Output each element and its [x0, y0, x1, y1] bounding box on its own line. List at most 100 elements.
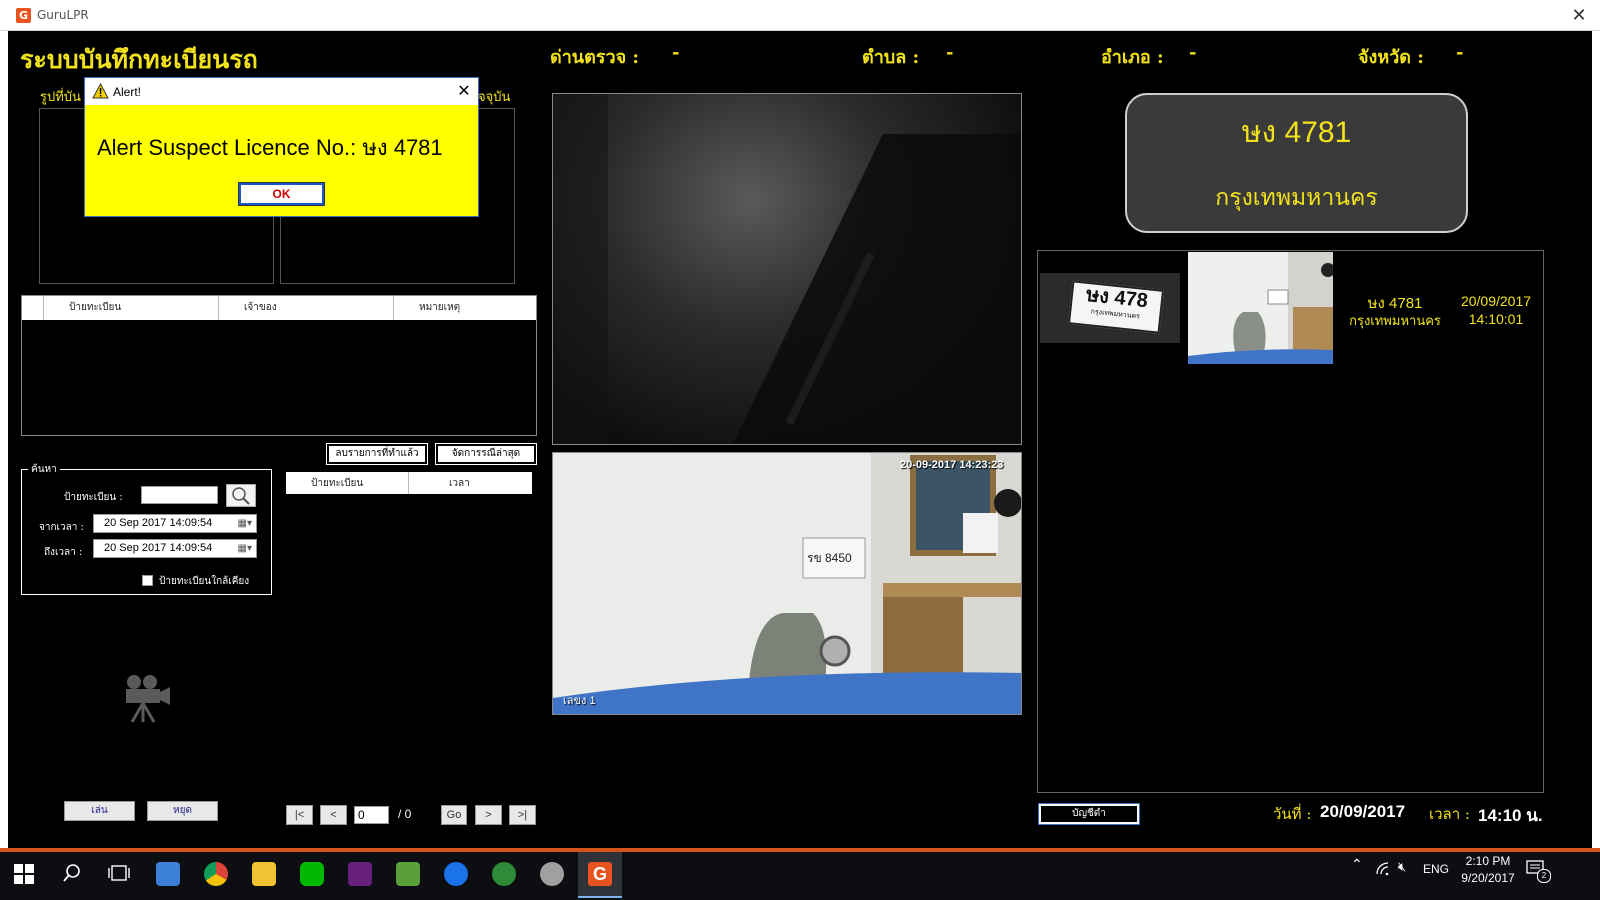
stop-button[interactable]: หยุด	[147, 801, 218, 821]
action-center-button[interactable]: 2	[1526, 860, 1551, 883]
alert-message: Alert Suspect Licence No.: ษง 4781	[97, 135, 443, 160]
windows-logo-icon	[14, 864, 34, 884]
search-from-datetime[interactable]: 20 Sep 2017 14:09:54 ▦▾	[93, 514, 257, 533]
taskbar-app-computer-icon[interactable]	[156, 862, 180, 886]
plate-display-province: กรุงเทพมหานคร	[1215, 185, 1378, 211]
search-results-header: ป้ายทะเบียน เวลา	[286, 472, 532, 494]
pager-next-button[interactable]: >	[475, 805, 502, 825]
result-date: 20/09/2017	[1460, 293, 1532, 309]
search-icon	[232, 487, 250, 505]
district-value: -	[1189, 42, 1197, 63]
windows-start-button[interactable]	[14, 864, 34, 888]
checkpoint-value: -	[672, 42, 680, 63]
pager-prev-button[interactable]: <	[320, 805, 347, 825]
cam2-timestamp: 20-09-2017 14:23:23	[900, 459, 1004, 471]
task-view-icon	[108, 865, 130, 881]
detection-results-panel[interactable]: ษง 478 กรุงเทพมหานคร ษง 4781 กรุงเทพมหาน…	[1037, 250, 1544, 793]
results-col-time[interactable]: เวลา	[409, 472, 532, 494]
footer-time-value: 14:10 น.	[1478, 806, 1543, 825]
line-app-icon[interactable]	[300, 862, 324, 886]
current-image-label: จจุบัน	[478, 90, 511, 105]
clock-date[interactable]: 9/20/2017	[1452, 871, 1524, 885]
pager-first-button[interactable]: |<	[286, 805, 313, 825]
pager-go-button[interactable]: Go	[441, 805, 467, 825]
alert-ok-button[interactable]: OK	[238, 182, 325, 206]
maps-pin-icon[interactable]	[444, 862, 468, 886]
gurulpr-taskbar-button[interactable]: G	[578, 852, 622, 898]
search-plate-input[interactable]	[141, 486, 218, 504]
alert-titlebar: Alert! ✕	[85, 78, 478, 105]
checkpoint-label: ด่านตรวจ :	[550, 47, 640, 68]
hs-app-icon[interactable]	[492, 862, 516, 886]
footer-date-value: 20/09/2017	[1320, 802, 1406, 821]
plate-display: ษง 4781 กรุงเทพมหานคร	[1125, 93, 1468, 233]
window-close-button[interactable]: ✕	[1568, 5, 1590, 27]
pager-page-input[interactable]	[354, 806, 389, 824]
search-button[interactable]	[226, 484, 256, 507]
manage-latest-button[interactable]: จัดการรณีล่าสุด	[435, 443, 537, 465]
result-plate-crop[interactable]: ษง 478 กรุงเทพมหานคร	[1040, 273, 1180, 343]
wifi-icon[interactable]	[1376, 862, 1392, 879]
camera-view-1	[552, 93, 1022, 445]
search-to-value: 20 Sep 2017 14:09:54	[104, 542, 213, 554]
clock-time[interactable]: 2:10 PM	[1458, 854, 1518, 868]
subdistrict-value: -	[946, 42, 954, 63]
plate-display-number: ษง 4781	[1241, 116, 1352, 149]
footer-time-label: เวลา :	[1429, 805, 1470, 823]
task-view-button[interactable]	[108, 864, 130, 886]
app-logo-icon: G	[16, 8, 31, 23]
calendar-dropdown-icon[interactable]: ▦▾	[238, 543, 252, 554]
search-icon	[63, 864, 80, 882]
pager-total: / 0	[398, 807, 412, 821]
search-to-label: ถึงเวลา :	[44, 547, 83, 558]
alert-dialog[interactable]: Alert! ✕ Alert Suspect Licence No.: ษง 4…	[84, 77, 479, 217]
play-button[interactable]: เล่น	[64, 801, 135, 821]
video-camera-icon	[122, 672, 172, 728]
gurulpr-app-icon: G	[588, 862, 612, 886]
search-from-label: จากเวลา :	[39, 522, 84, 533]
pager-last-button[interactable]: >|	[509, 805, 536, 825]
row-selector-header	[22, 296, 44, 320]
page-title: ระบบบันทึกทะเบียนรถ	[20, 45, 258, 74]
blacklist-button[interactable]: บัญชีดำ	[1038, 803, 1140, 825]
result-province: กรุงเทพมหานคร	[1349, 314, 1441, 329]
footer-date-label: วันที่ :	[1273, 805, 1312, 823]
suspect-table[interactable]: ป้ายทะเบียน เจ้าของ หมายเหตุ	[21, 295, 537, 436]
search-from-value: 20 Sep 2017 14:09:54	[104, 517, 213, 529]
visual-studio-icon[interactable]	[348, 862, 372, 886]
search-to-datetime[interactable]: 20 Sep 2017 14:09:54 ▦▾	[93, 539, 257, 558]
input-language[interactable]: ENG	[1423, 862, 1449, 876]
calendar-dropdown-icon[interactable]: ▦▾	[238, 518, 252, 529]
camera-view-2: 20-09-2017 14:23:23 รข 8450 เลขง 1	[552, 452, 1022, 715]
file-explorer-icon[interactable]	[252, 862, 276, 886]
window-titlebar: G GuruLPR ✕	[0, 0, 1600, 31]
district-label: อำเภอ :	[1101, 47, 1164, 68]
chrome-icon[interactable]	[204, 862, 228, 886]
suspect-table-header: ป้ายทะเบียน เจ้าของ หมายเหตุ	[22, 296, 536, 320]
results-col-plate[interactable]: ป้ายทะเบียน	[286, 472, 409, 494]
nearby-plate-checkbox[interactable]	[142, 575, 153, 586]
saved-image-label: รูปที่บัน	[40, 90, 81, 105]
cam2-label: เลขง 1	[563, 695, 596, 707]
nearby-plate-label: ป้ายทะเบียนใกล้เคียง	[159, 576, 250, 587]
alert-close-button[interactable]: ✕	[454, 81, 474, 101]
search-legend: ค้นหา	[28, 462, 60, 477]
tray-chevron-up-icon[interactable]: ⌃	[1351, 856, 1363, 873]
notepad-plus-icon[interactable]	[396, 862, 420, 886]
col-header-owner[interactable]: เจ้าของ	[219, 296, 394, 320]
result-time: 14:10:01	[1468, 311, 1524, 327]
cam2-sign-plate: รข 8450	[807, 551, 852, 565]
col-header-note[interactable]: หมายเหตุ	[394, 296, 536, 320]
col-header-plate[interactable]: ป้ายทะเบียน	[44, 296, 219, 320]
subdistrict-label: ตำบล :	[862, 47, 920, 68]
delete-done-button[interactable]: ลบรายการที่ทำแล้ว	[326, 443, 428, 465]
search-plate-label: ป้ายทะเบียน :	[64, 492, 123, 503]
province-value: -	[1456, 42, 1464, 63]
window-title: GuruLPR	[37, 8, 89, 22]
volume-muted-icon[interactable]: 🔇︎	[1398, 859, 1406, 875]
paint-icon[interactable]	[540, 862, 564, 886]
warning-icon	[92, 83, 109, 99]
province-label: จังหวัด :	[1358, 47, 1424, 68]
result-snapshot[interactable]	[1188, 252, 1333, 364]
taskbar-search-button[interactable]	[61, 862, 83, 888]
